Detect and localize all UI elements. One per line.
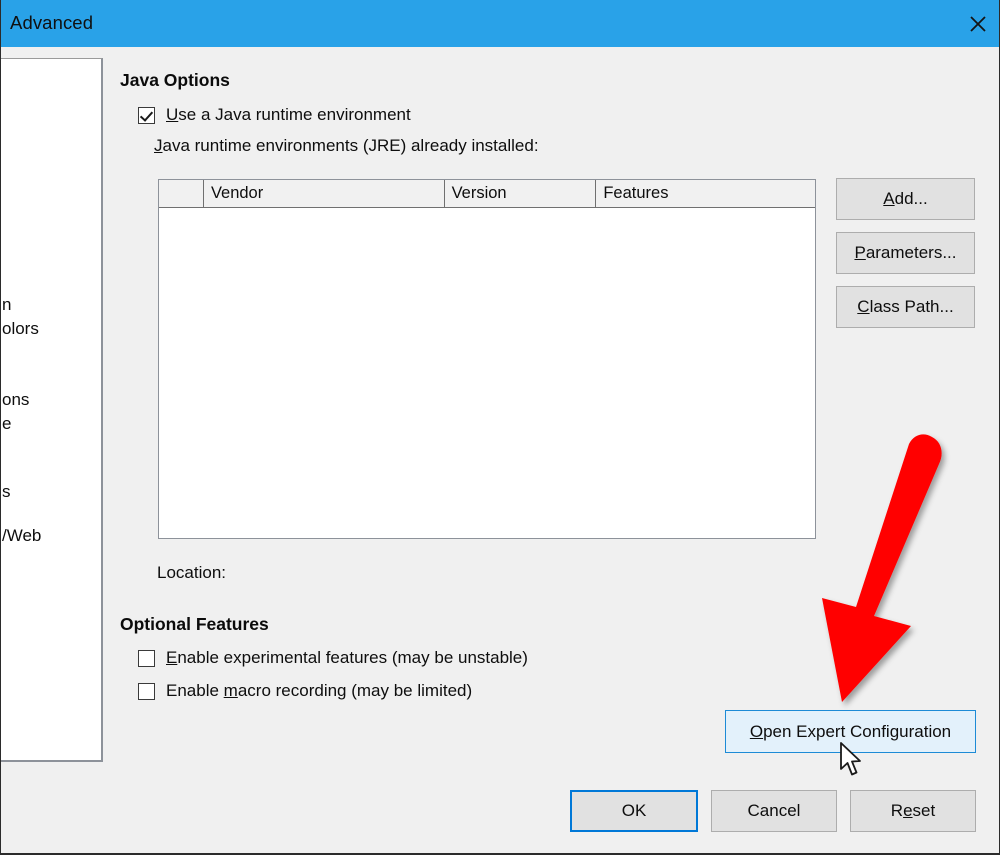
button-label-prefix: R: [890, 801, 904, 820]
enable-experimental-features-label: Enable experimental features (may be uns…: [166, 648, 528, 668]
label-suffix: se a Java runtime environment: [178, 105, 411, 124]
jre-table[interactable]: Vendor Version Features: [158, 179, 816, 539]
checkbox-box[interactable]: [138, 649, 155, 667]
mnemonic-letter: m: [223, 681, 238, 700]
reset-button[interactable]: Re set: [850, 790, 976, 832]
location-label: Location:: [157, 563, 226, 582]
options-tree-sidebar[interactable]: n olors ons e s /Web: [1, 58, 103, 762]
tree-item-fragment[interactable]: n: [2, 295, 11, 315]
mnemonic-letter: e: [903, 801, 913, 820]
jre-list-label: Java runtime environments (JRE) already …: [154, 136, 539, 156]
label-prefix: Enable: [166, 681, 224, 700]
enable-macro-recording-checkbox[interactable]: Enable macro recording (may be limited): [138, 681, 472, 701]
tree-item-fragment[interactable]: ons: [2, 390, 29, 410]
button-label-suffix: lass Path...: [869, 297, 954, 316]
window-titlebar: Advanced: [1, 0, 999, 47]
mnemonic-letter: E: [166, 648, 178, 667]
button-label-suffix: arameters...: [865, 243, 957, 262]
dialog-content: n olors ons e s /Web Java Options Use a …: [1, 47, 999, 853]
java-options-heading: Java Options: [120, 70, 230, 90]
parameters-button[interactable]: Parameters...: [836, 232, 975, 274]
mnemonic-letter: P: [854, 243, 866, 262]
button-label-suffix: set: [912, 801, 936, 820]
column-header-version[interactable]: Version: [444, 180, 597, 207]
close-icon[interactable]: [955, 0, 999, 47]
advanced-dialog-window: Advanced n olors ons e s /Web Java Optio…: [0, 0, 1000, 855]
open-expert-configuration-button[interactable]: Open Expert Configuration: [725, 710, 976, 753]
mnemonic-letter: U: [166, 105, 179, 124]
button-label: Cancel: [747, 801, 801, 820]
cancel-button[interactable]: Cancel: [711, 790, 837, 832]
enable-experimental-features-checkbox[interactable]: Enable experimental features (may be uns…: [138, 648, 528, 668]
button-label-suffix: pen Expert Configuration: [763, 721, 952, 741]
optional-features-heading: Optional Features: [120, 614, 269, 634]
button-label: OK: [621, 801, 647, 820]
jre-table-body[interactable]: [159, 208, 815, 538]
add-button[interactable]: Add...: [836, 178, 975, 220]
class-path-button[interactable]: Class Path...: [836, 286, 975, 328]
tree-item-fragment[interactable]: e: [2, 414, 11, 434]
tree-item-fragment[interactable]: s: [2, 482, 11, 502]
enable-macro-recording-label: Enable macro recording (may be limited): [166, 681, 472, 701]
column-header-vendor[interactable]: Vendor: [203, 180, 445, 207]
tree-item-fragment[interactable]: olors: [2, 319, 39, 339]
tree-item-fragment[interactable]: /Web: [2, 526, 41, 546]
checkbox-box[interactable]: [138, 106, 155, 124]
label-suffix: acro recording (may be limited): [237, 681, 473, 700]
use-jre-checkbox-label: Use a Java runtime environment: [166, 105, 411, 125]
label-suffix: ava runtime environments (JRE) already i…: [162, 136, 539, 155]
window-title: Advanced: [10, 12, 94, 33]
column-header-select[interactable]: [159, 180, 204, 207]
checkbox-box[interactable]: [138, 682, 155, 700]
mnemonic-letter: O: [749, 721, 764, 741]
mnemonic-letter: C: [857, 297, 870, 316]
button-label-suffix: dd...: [894, 189, 928, 208]
ok-button[interactable]: OK: [570, 790, 698, 832]
label-suffix: nable experimental features (may be unst…: [177, 648, 528, 667]
mnemonic-letter: A: [883, 189, 895, 208]
mnemonic-letter: J: [154, 136, 163, 155]
use-jre-checkbox[interactable]: Use a Java runtime environment: [138, 105, 411, 125]
column-header-features[interactable]: Features: [596, 180, 815, 207]
jre-table-header-row: Vendor Version Features: [159, 180, 815, 208]
